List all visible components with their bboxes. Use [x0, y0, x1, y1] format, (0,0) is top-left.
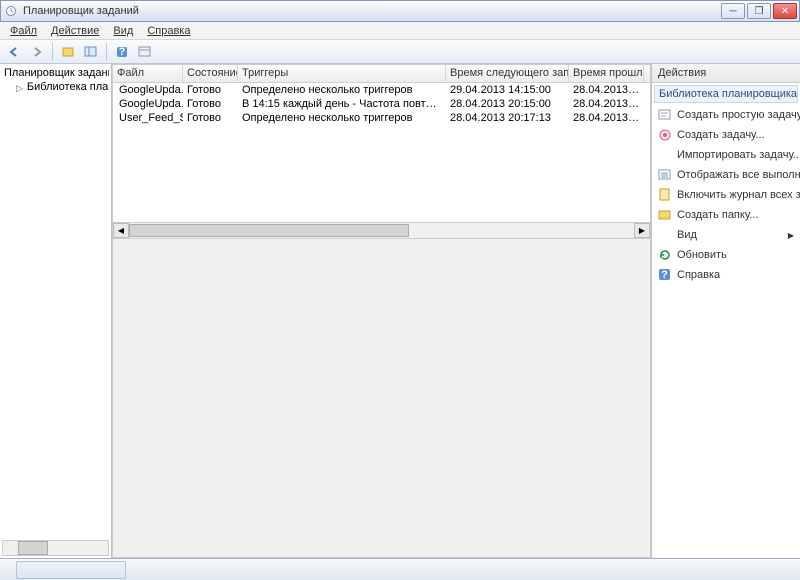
action-create-basic[interactable]: Создать простую задачу... [652, 105, 800, 125]
log-icon [658, 188, 672, 202]
menu-help[interactable]: Справка [141, 24, 196, 38]
tree-library[interactable]: ▷ Библиотека планировщ [2, 80, 109, 94]
task-grid: Файл Состояние Триггеры Время следующего… [112, 64, 651, 239]
action-create-task[interactable]: Создать задачу... [652, 125, 800, 145]
scroll-right[interactable]: ▶ [634, 223, 650, 238]
action-enable-log[interactable]: Включить журнал всех заданий [652, 185, 800, 205]
col-last[interactable]: Время прошл [569, 65, 644, 82]
table-row[interactable]: User_Feed_S...ГотовоОпределено несколько… [113, 111, 650, 125]
wizard-icon [658, 108, 672, 122]
action-refresh[interactable]: Обновить [652, 245, 800, 265]
table-row[interactable]: GoogleUpda...ГотовоОпределено несколько … [113, 83, 650, 97]
blank-icon [658, 228, 672, 242]
col-state[interactable]: Состояние [183, 65, 238, 82]
close-button[interactable]: ✕ [773, 3, 797, 19]
action-show-all[interactable]: Отображать все выполняемы... [652, 165, 800, 185]
blank-icon [658, 148, 672, 162]
app-icon [3, 3, 19, 19]
col-triggers[interactable]: Триггеры [238, 65, 446, 82]
tree-scrollbar[interactable] [2, 540, 109, 556]
separator [106, 43, 107, 61]
scroll-left[interactable]: ◀ [113, 223, 129, 238]
taskbar [0, 558, 800, 580]
svg-text:?: ? [661, 269, 668, 281]
task-icon [658, 128, 672, 142]
detail-pane [112, 239, 651, 558]
action-help[interactable]: ? Справка [652, 265, 800, 285]
taskbar-item[interactable] [16, 561, 126, 579]
refresh-icon [658, 248, 672, 262]
tree-root[interactable]: Планировщик заданий (Лок [2, 66, 109, 80]
help-button[interactable]: ? [112, 42, 132, 62]
col-file[interactable]: Файл [113, 65, 183, 82]
actions-panel: Действия Библиотека планировщика заданий… [651, 64, 800, 558]
properties-button[interactable] [135, 42, 155, 62]
grid-scrollbar[interactable]: ◀ ▶ [113, 222, 650, 238]
list-icon [658, 168, 672, 182]
actions-section[interactable]: Библиотека планировщика заданий▲ [654, 85, 798, 103]
action-import[interactable]: Импортировать задачу... [652, 145, 800, 165]
titlebar: Планировщик заданий ─ ❐ ✕ [0, 0, 800, 22]
up-button[interactable] [58, 42, 78, 62]
back-button[interactable] [4, 42, 24, 62]
panel-button[interactable] [81, 42, 101, 62]
help-icon: ? [658, 268, 672, 282]
forward-button[interactable] [27, 42, 47, 62]
toolbar: ? [0, 40, 800, 64]
menu-file[interactable]: Файл [4, 24, 43, 38]
folder-icon [658, 208, 672, 222]
action-view[interactable]: Вид ▶ [652, 225, 800, 245]
svg-text:?: ? [119, 46, 126, 58]
actions-title: Действия [652, 64, 800, 83]
submenu-arrow-icon: ▶ [788, 231, 794, 240]
menu-view[interactable]: Вид [107, 24, 139, 38]
maximize-button[interactable]: ❐ [747, 3, 771, 19]
tree-panel: Планировщик заданий (Лок ▷ Библиотека пл… [0, 64, 112, 558]
action-create-folder[interactable]: Создать папку... [652, 205, 800, 225]
grid-header: Файл Состояние Триггеры Время следующего… [113, 65, 650, 83]
expand-icon[interactable]: ▷ [16, 83, 23, 92]
table-row[interactable]: GoogleUpda...ГотовоВ 14:15 каждый день -… [113, 97, 650, 111]
col-next[interactable]: Время следующего запуска [446, 65, 569, 82]
minimize-button[interactable]: ─ [721, 3, 745, 19]
menubar: Файл Действие Вид Справка [0, 22, 800, 40]
window-title: Планировщик заданий [23, 5, 721, 17]
menu-action[interactable]: Действие [45, 24, 105, 38]
separator [52, 43, 53, 61]
scroll-thumb[interactable] [129, 224, 409, 237]
